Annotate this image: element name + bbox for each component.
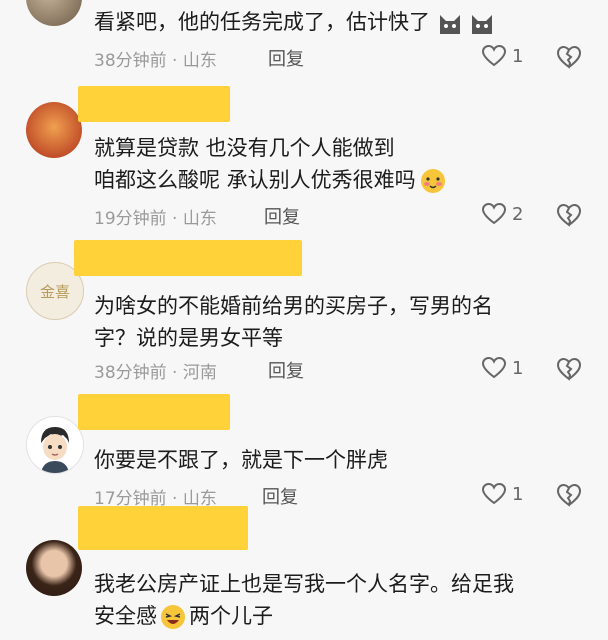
like-button[interactable]: 1 — [482, 483, 523, 505]
comment-location: 山东 — [182, 51, 217, 71]
blush-emoji-icon — [420, 169, 445, 193]
reply-button[interactable]: 回复 — [262, 483, 298, 509]
broken-heart-icon[interactable] — [556, 483, 582, 507]
reply-button[interactable]: 回复 — [268, 45, 304, 71]
cat-emoji-icon — [439, 15, 460, 34]
comment-text: 就算是贷款 也没有几个人能做到 咱都这么酸呢 承认别人优秀很难吗 — [94, 132, 446, 196]
comment-meta: 19分钟前 · 山东 — [94, 204, 217, 229]
avatar-logo-text: 金喜 — [39, 282, 70, 301]
comment-text: 我老公房产证上也是写我一个人名字。给足我 安全感 两个儿子 — [94, 568, 514, 632]
comment-location: 河南 — [182, 363, 217, 383]
comment-time: 38分钟前 — [94, 363, 167, 383]
comment-text-line: 你要是不跟了，就是下一个胖虎 — [94, 448, 388, 472]
avatar[interactable] — [26, 416, 84, 474]
like-count: 1 — [512, 483, 524, 505]
meta-separator: · — [172, 209, 178, 229]
comment-meta: 38分钟前 · 河南 — [94, 358, 217, 383]
broken-heart-icon[interactable] — [556, 45, 582, 69]
comment-meta: 38分钟前 · 山东 — [94, 46, 217, 71]
laughing-emoji-icon — [161, 605, 185, 629]
broken-heart-icon[interactable] — [556, 203, 582, 227]
comment-text-span: 安全感 — [94, 604, 157, 628]
comment-text: 为啥女的不能婚前给男的买房子，写男的名 字？说的是男女平等 — [94, 290, 493, 354]
reply-button[interactable]: 回复 — [264, 203, 300, 229]
comment-text-line: 我老公房产证上也是写我一个人名字。给足我 — [94, 572, 514, 596]
avatar[interactable] — [26, 0, 82, 26]
username-redacted — [78, 394, 230, 430]
cat-emoji-icon — [472, 15, 493, 34]
like-button[interactable]: 2 — [482, 203, 523, 225]
meta-separator: · — [172, 363, 178, 383]
like-button[interactable]: 1 — [482, 357, 523, 379]
heart-icon — [482, 483, 506, 505]
heart-icon — [482, 45, 506, 67]
comment-text: 你要是不跟了，就是下一个胖虎 — [94, 444, 388, 476]
comment-text-line: 为啥女的不能婚前给男的买房子，写男的名 — [94, 294, 493, 318]
like-count: 2 — [512, 203, 524, 225]
like-count: 1 — [512, 357, 524, 379]
meta-separator: · — [172, 51, 178, 71]
comment-location: 山东 — [182, 209, 217, 229]
broken-heart-icon[interactable] — [556, 357, 582, 381]
comment-text-line: 字？说的是男女平等 — [94, 326, 283, 350]
heart-icon — [482, 203, 506, 225]
heart-icon — [482, 357, 506, 379]
comment-text: 看紧吧，他的任务完成了，估计快了 — [94, 6, 495, 38]
reply-button[interactable]: 回复 — [268, 357, 304, 383]
comment-text-line: 就算是贷款 也没有几个人能做到 — [94, 136, 395, 160]
avatar[interactable] — [26, 540, 82, 596]
comment-text-line: 咱都这么酸呢 承认别人优秀很难吗 — [94, 164, 446, 196]
comment-time: 38分钟前 — [94, 51, 167, 71]
comment-text-line: 安全感 两个儿子 — [94, 600, 514, 632]
avatar[interactable] — [26, 102, 82, 158]
comment-text-span: 两个儿子 — [189, 604, 273, 628]
comment-time: 19分钟前 — [94, 209, 167, 229]
username-redacted — [78, 506, 248, 550]
username-redacted — [74, 240, 302, 276]
like-count: 1 — [512, 45, 524, 67]
comment-text-span: 咱都这么酸呢 承认别人优秀很难吗 — [94, 168, 416, 192]
comment-text-line: 看紧吧，他的任务完成了，估计快了 — [94, 10, 430, 34]
like-button[interactable]: 1 — [482, 45, 523, 67]
cartoon-boy-avatar-icon — [41, 427, 69, 473]
username-redacted — [78, 86, 230, 122]
